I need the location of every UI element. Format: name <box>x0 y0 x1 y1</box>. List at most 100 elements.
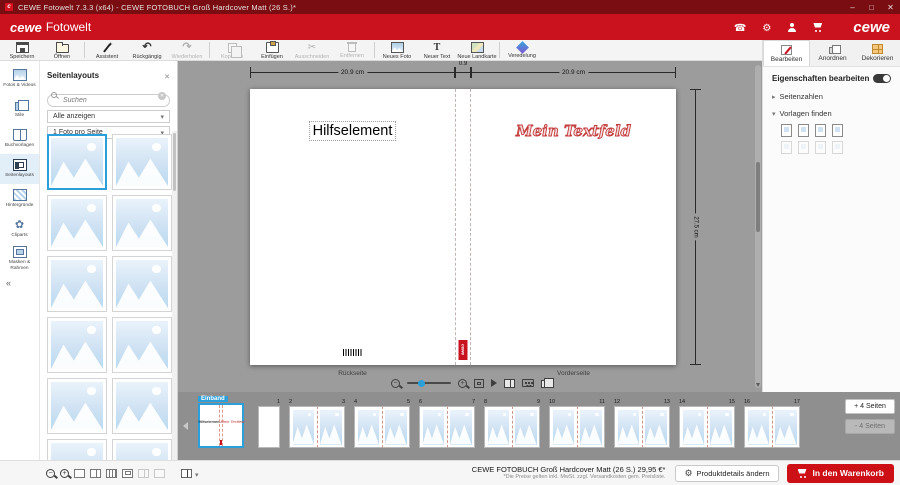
settings-gear-icon[interactable] <box>762 18 771 36</box>
phone-icon[interactable] <box>734 18 746 36</box>
back-cover-page[interactable]: Hilfselement <box>250 89 455 365</box>
placeholder-image <box>515 410 537 445</box>
layout-thumbnail[interactable] <box>47 439 107 460</box>
sidebar-item[interactable]: Cliparts <box>0 214 39 244</box>
copy-icon <box>228 43 237 53</box>
template-finder-icon[interactable] <box>781 141 792 154</box>
layout-thumbnail[interactable] <box>47 195 107 251</box>
sidebar-item[interactable]: Seitenlayouts <box>0 154 39 184</box>
toolbar-button[interactable]: Rückgängig <box>127 41 167 60</box>
layout-thumbnail[interactable] <box>112 195 172 251</box>
template-finder-icon[interactable] <box>815 124 826 137</box>
template-finder-icon[interactable] <box>798 141 809 154</box>
preview-play-icon[interactable] <box>491 379 497 387</box>
toolbar-button[interactable]: Neue Landkarte <box>457 41 497 60</box>
layout-thumbnail[interactable] <box>47 134 107 190</box>
template-finder-icon[interactable] <box>832 141 843 154</box>
layout-thumbnail[interactable] <box>47 317 107 373</box>
view-double-icon[interactable] <box>90 469 101 478</box>
spread-thumbnail[interactable]: 14 15 <box>679 406 735 448</box>
toolbar-button[interactable]: Veredelung <box>502 41 542 59</box>
layout-thumbnail[interactable] <box>112 378 172 434</box>
canvas-scrollbar[interactable] <box>755 65 761 388</box>
spread-thumbnail[interactable]: 12 13 <box>614 406 670 448</box>
layout-thumbnail[interactable] <box>112 439 172 460</box>
layout-thumbnail[interactable] <box>112 134 172 190</box>
toolbar-separator <box>209 42 210 58</box>
zoom-out-icon[interactable] <box>46 469 55 478</box>
toolbar-button[interactable]: Neuer Text <box>417 41 457 60</box>
add-to-cart-button[interactable]: In den Warenkorb <box>787 464 894 483</box>
panel-scrollbar[interactable] <box>172 131 177 460</box>
account-icon[interactable] <box>787 23 796 32</box>
sidebar-item[interactable]: Masken & Rahmen <box>0 244 39 274</box>
template-finder-icon[interactable] <box>832 124 843 137</box>
layout-thumbnail[interactable] <box>112 256 172 312</box>
properties-section[interactable]: Seitenzahlen <box>763 88 900 105</box>
toolbar-button[interactable]: Neues Foto <box>377 41 417 60</box>
spread-thumbnail[interactable]: 4 5 <box>354 406 410 448</box>
zoom-in-icon[interactable] <box>458 379 467 388</box>
toolbar-button[interactable]: Öffnen <box>42 41 82 60</box>
toolbar-button[interactable]: Entfernen <box>332 41 372 59</box>
properties-section[interactable]: Vorlagen finden <box>763 105 900 122</box>
template-finder-icon[interactable] <box>798 124 809 137</box>
toolbar-button[interactable]: Assistent <box>87 41 127 60</box>
keyboard-icon[interactable] <box>522 379 534 387</box>
spread-thumbnail[interactable]: 2 3 <box>289 406 345 448</box>
maximize-icon[interactable] <box>862 0 881 14</box>
display-mode-dropdown[interactable] <box>181 464 199 482</box>
toolbar-button[interactable]: Kopieren <box>212 41 252 60</box>
sidebar-item[interactable]: Hintergründe <box>0 184 39 214</box>
zoom-in-icon[interactable] <box>60 469 69 478</box>
sidebar-item[interactable]: Buchvorlagen <box>0 124 39 154</box>
minimize-icon[interactable] <box>843 0 862 14</box>
view-grid-icon[interactable] <box>106 469 117 478</box>
sidebar-item[interactable]: Stile <box>0 94 39 124</box>
multipage-view-icon[interactable] <box>541 380 549 388</box>
toolbar-button[interactable]: Speichern <box>2 41 42 60</box>
spread-thumbnail[interactable]: 16 17 <box>744 406 800 448</box>
collapse-sidebar-button[interactable]: « <box>6 278 39 288</box>
clear-search-icon[interactable] <box>158 92 166 100</box>
text-field-element[interactable]: Mein Textfeld <box>516 122 631 140</box>
toolbar-button[interactable]: Wiederholen <box>167 41 207 60</box>
cover-thumbnail[interactable]: Hilfselement Mein Textfeld <box>198 403 244 448</box>
sidebar-item-label: Seitenlayouts <box>4 173 35 179</box>
toolbar-button[interactable]: Ausschneiden <box>292 41 332 60</box>
add-pages-button[interactable]: + 4 Seiten <box>845 399 895 414</box>
close-icon[interactable] <box>881 0 900 14</box>
layout-thumbnail[interactable] <box>47 256 107 312</box>
book-spine[interactable]: cewe <box>455 89 471 365</box>
properties-toggle[interactable] <box>873 74 891 83</box>
layout-thumbnail[interactable] <box>47 378 107 434</box>
spread-thumbnail[interactable]: 10 11 <box>549 406 605 448</box>
toolbar-button[interactable]: Einfügen <box>252 41 292 60</box>
scroll-left-icon[interactable] <box>183 422 188 430</box>
cart-icon[interactable] <box>812 23 823 32</box>
layout-thumbnail[interactable] <box>112 317 172 373</box>
product-details-button[interactable]: Produktdetails ändern <box>675 465 778 482</box>
close-panel-icon[interactable] <box>164 66 170 84</box>
front-cover-page[interactable]: Mein Textfeld <box>471 89 676 365</box>
zoom-slider[interactable] <box>407 382 451 384</box>
view-tab[interactable]: Bearbeiten <box>763 40 810 66</box>
view-tab[interactable]: Dekorieren <box>855 40 900 66</box>
page-1-thumbnail[interactable]: 1 <box>258 406 280 448</box>
fit-page-icon[interactable] <box>474 379 484 388</box>
filter-dropdown[interactable]: Alle anzeigen <box>47 110 170 123</box>
view-tab[interactable]: Anordnen <box>810 40 855 66</box>
chevron-down-icon <box>195 464 199 482</box>
sidebar-item[interactable]: Fotos & Videos <box>0 64 39 94</box>
helper-text-element[interactable]: Hilfselement <box>309 121 397 141</box>
template-finder-icon[interactable] <box>815 141 826 154</box>
spread-view-icon[interactable] <box>504 379 515 388</box>
template-finder-icon[interactable] <box>781 124 792 137</box>
spread-thumbnail[interactable]: 6 7 <box>419 406 475 448</box>
view-single-icon[interactable] <box>74 469 85 478</box>
view-frame-icon[interactable] <box>122 469 133 478</box>
remove-pages-button[interactable]: - 4 Seiten <box>845 419 895 434</box>
spread-thumbnail[interactable]: 8 9 <box>484 406 540 448</box>
zoom-out-icon[interactable] <box>391 379 400 388</box>
search-input[interactable] <box>47 94 170 107</box>
